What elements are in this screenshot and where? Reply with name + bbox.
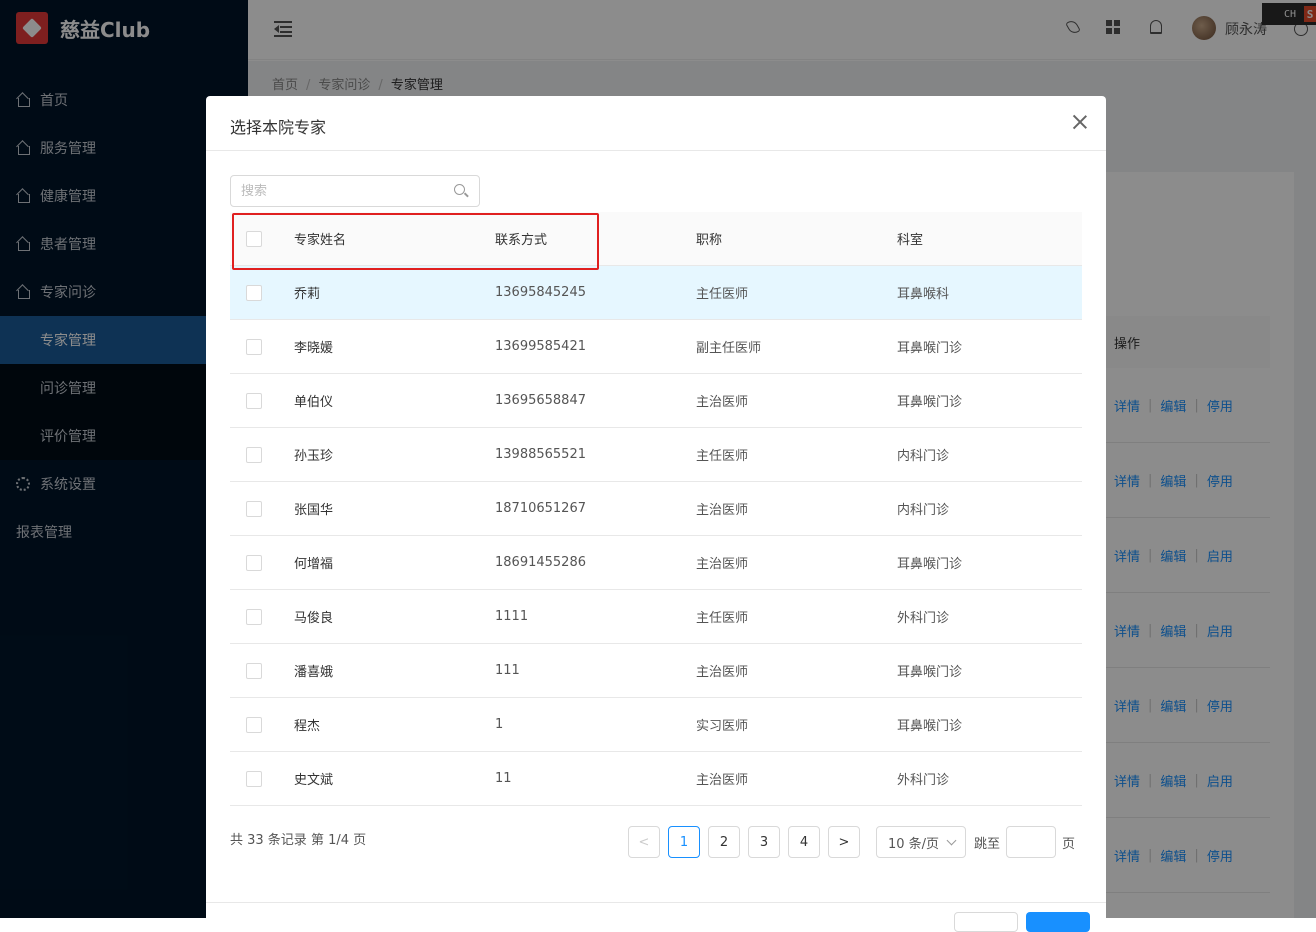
search-input[interactable] (241, 182, 441, 200)
cell-dept: 耳鼻喉门诊 (897, 341, 963, 356)
page-unit-label: 页 (1062, 836, 1076, 852)
cell-title: 主任医师 (696, 287, 749, 302)
row-checkbox[interactable] (246, 338, 262, 355)
cell-dept: 外科门诊 (897, 611, 950, 626)
cell-phone: 13695658847 (495, 393, 586, 408)
prev-page-button[interactable]: < (628, 826, 660, 858)
cell-dept: 耳鼻喉门诊 (897, 665, 963, 680)
row-checkbox[interactable] (246, 284, 262, 301)
row-checkbox[interactable] (246, 446, 262, 463)
select-all-checkbox[interactable] (246, 230, 262, 247)
cell-phone: 111 (495, 663, 520, 678)
row-checkbox[interactable] (246, 716, 262, 733)
page-size-select[interactable]: 10 条/页 (876, 826, 966, 858)
cell-phone: 13699585421 (495, 339, 586, 354)
table-row[interactable]: 单伯仪 13695658847 主治医师 耳鼻喉门诊 (230, 374, 1082, 428)
cell-phone: 1 (495, 717, 504, 732)
cell-phone: 13695845245 (495, 285, 586, 300)
cell-name: 何增福 (294, 557, 334, 572)
cell-title: 主任医师 (696, 611, 749, 626)
close-icon[interactable] (1072, 114, 1088, 130)
cell-name: 孙玉珍 (294, 449, 334, 464)
cell-name: 史文斌 (294, 773, 334, 788)
select-expert-modal: 选择本院专家 专家姓名 联系方式 职称 科室 乔莉 13695845245 主任医师… (206, 96, 1106, 932)
table-row[interactable]: 潘喜娥 111 主治医师 耳鼻喉门诊 (230, 644, 1082, 698)
cell-dept: 内科门诊 (897, 503, 950, 518)
confirm-button[interactable] (1026, 912, 1090, 932)
cell-title: 主治医师 (696, 557, 749, 572)
cell-phone: 11 (495, 771, 512, 786)
row-checkbox[interactable] (246, 554, 262, 571)
cell-name: 单伯仪 (294, 395, 334, 410)
page-button[interactable]: 3 (748, 826, 780, 858)
cell-name: 潘喜娥 (294, 665, 334, 680)
row-checkbox[interactable] (246, 770, 262, 787)
cell-dept: 耳鼻喉科 (897, 287, 950, 302)
row-checkbox[interactable] (246, 608, 262, 625)
column-header-title: 职称 (696, 233, 723, 248)
cell-name: 程杰 (294, 719, 321, 734)
page-size-value: 10 条/页 (888, 836, 940, 852)
cell-title: 主治医师 (696, 773, 749, 788)
row-checkbox[interactable] (246, 662, 262, 679)
cell-name: 张国华 (294, 503, 334, 518)
cell-phone: 18691455286 (495, 555, 586, 570)
table-row[interactable]: 李晓媛 13699585421 副主任医师 耳鼻喉门诊 (230, 320, 1082, 374)
page-button[interactable]: 2 (708, 826, 740, 858)
expert-table: 专家姓名 联系方式 职称 科室 乔莉 13695845245 主任医师 耳鼻喉科李晓媛… (230, 212, 1082, 806)
cell-name: 乔莉 (294, 287, 321, 302)
table-row[interactable]: 张国华 18710651267 主治医师 内科门诊 (230, 482, 1082, 536)
cell-title: 主任医师 (696, 449, 749, 464)
cell-dept: 内科门诊 (897, 449, 950, 464)
page-button[interactable]: 1 (668, 826, 700, 858)
cell-title: 主治医师 (696, 395, 749, 410)
page-button[interactable]: 4 (788, 826, 820, 858)
table-row[interactable]: 程杰 1 实习医师 耳鼻喉门诊 (230, 698, 1082, 752)
cancel-button[interactable] (954, 912, 1018, 932)
table-header: 专家姓名 联系方式 职称 科室 (230, 212, 1082, 270)
row-checkbox[interactable] (246, 500, 262, 517)
cell-dept: 耳鼻喉门诊 (897, 719, 963, 734)
cell-title: 主治医师 (696, 665, 749, 680)
modal-footer-divider (206, 902, 1106, 903)
table-row[interactable]: 史文斌 11 主治医师 外科门诊 (230, 752, 1082, 806)
cell-dept: 外科门诊 (897, 773, 950, 788)
cell-phone: 18710651267 (495, 501, 586, 516)
jump-input[interactable] (1006, 826, 1057, 858)
column-header-name: 专家姓名 (294, 233, 347, 248)
cell-phone: 1111 (495, 609, 529, 624)
table-row[interactable]: 何增福 18691455286 主治医师 耳鼻喉门诊 (230, 536, 1082, 590)
cell-title: 实习医师 (696, 719, 749, 734)
cell-dept: 耳鼻喉门诊 (897, 557, 963, 572)
table-row[interactable]: 孙玉珍 13988565521 主任医师 内科门诊 (230, 428, 1082, 482)
cell-title: 副主任医师 (696, 341, 762, 356)
column-header-dept: 科室 (897, 233, 924, 248)
cell-phone: 13988565521 (495, 447, 586, 462)
cell-dept: 耳鼻喉门诊 (897, 395, 963, 410)
search-icon[interactable] (454, 184, 465, 195)
table-row[interactable]: 乔莉 13695845245 主任医师 耳鼻喉科 (230, 266, 1082, 320)
jump-label: 跳至 (974, 836, 1001, 852)
total-records: 共 33 条记录 第 1/4 页 (230, 833, 367, 848)
search-box (230, 175, 480, 207)
cell-name: 马俊良 (294, 611, 334, 626)
divider (206, 150, 1106, 151)
cell-title: 主治医师 (696, 503, 749, 518)
row-checkbox[interactable] (246, 392, 262, 409)
next-page-button[interactable]: > (828, 826, 860, 858)
cell-name: 李晓媛 (294, 341, 334, 356)
column-header-phone: 联系方式 (495, 233, 548, 248)
table-row[interactable]: 马俊良 1111 主任医师 外科门诊 (230, 590, 1082, 644)
pagination: < 1 2 3 4 > 10 条/页 跳至 页 (628, 826, 1075, 858)
modal-title: 选择本院专家 (230, 118, 327, 137)
